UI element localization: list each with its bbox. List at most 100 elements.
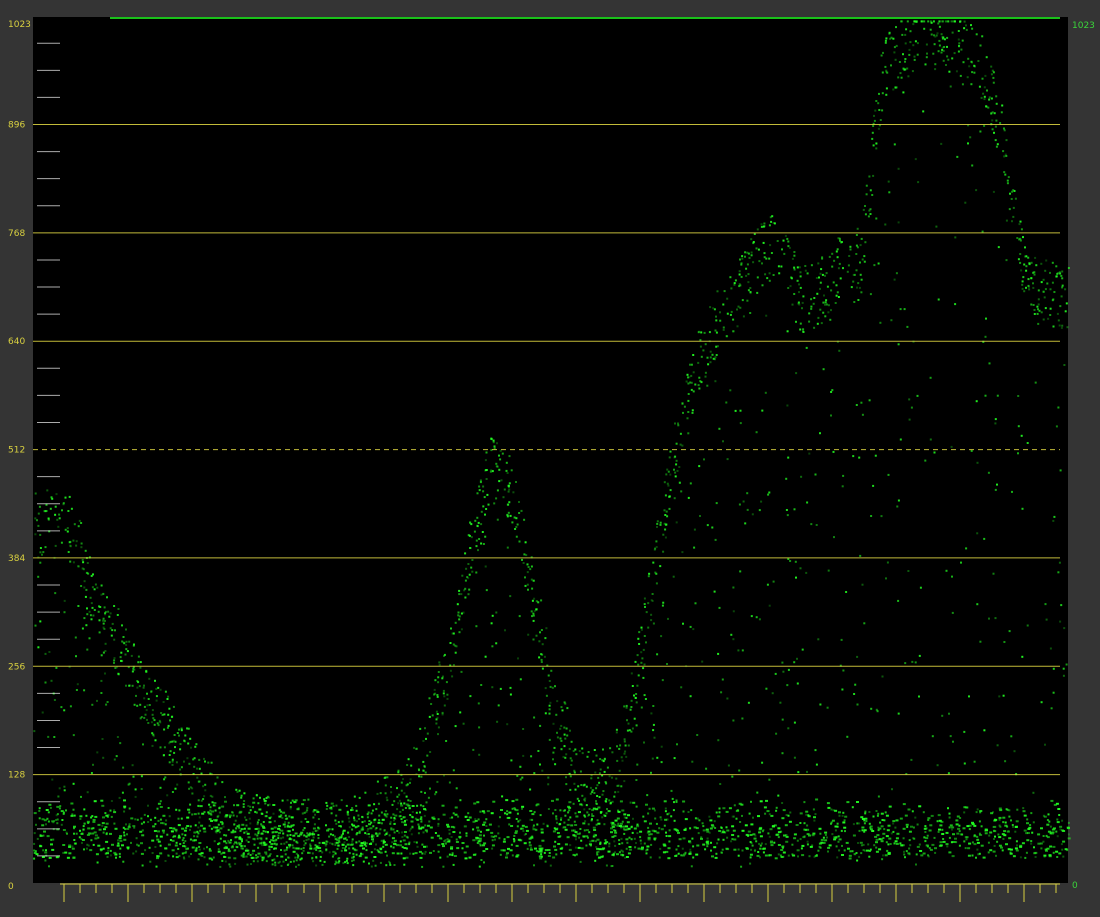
- trace-point-3616: [998, 844, 1002, 847]
- trace-point-4342: [224, 800, 227, 803]
- trace-point-3621: [622, 825, 626, 828]
- trace-point-3658: [591, 839, 595, 842]
- trace-point-2201: [787, 240, 790, 243]
- trace-point-1391: [934, 68, 937, 71]
- trace-point-840: [910, 406, 913, 409]
- trace-point-3994: [393, 842, 396, 845]
- trace-point-3431: [264, 830, 267, 833]
- trace-point-945: [109, 854, 112, 857]
- trace-point-1614: [815, 763, 818, 766]
- trace-point-3236: [325, 808, 328, 810]
- trace-point-2593: [730, 310, 733, 313]
- trace-point-2899: [109, 809, 112, 812]
- trace-point-875: [628, 836, 631, 839]
- trace-point-1839: [535, 850, 538, 852]
- trace-point-1457: [783, 252, 786, 255]
- trace-point-2696: [614, 844, 617, 847]
- trace-point-520: [472, 828, 475, 831]
- trace-point-1435: [975, 400, 978, 403]
- trace-point-1278: [324, 844, 327, 847]
- trace-point-1523: [849, 245, 852, 248]
- trace-point-44: [831, 833, 834, 836]
- trace-point-3862: [46, 835, 50, 838]
- trace-point-3406: [822, 836, 825, 839]
- trace-point-1911: [137, 661, 140, 664]
- trace-point-842: [961, 83, 964, 86]
- trace-point-4042: [56, 805, 60, 808]
- trace-point-428: [1056, 856, 1059, 858]
- trace-point-1858: [471, 570, 474, 573]
- trace-point-1402: [650, 843, 653, 846]
- trace-point-2293: [704, 371, 707, 374]
- trace-point-1175: [390, 816, 393, 819]
- trace-point-3905: [848, 857, 852, 860]
- trace-point-2427: [443, 695, 446, 698]
- trace-point-459: [581, 747, 584, 750]
- trace-point-1617: [176, 732, 179, 734]
- trace-point-1512: [625, 706, 628, 709]
- trace-point-720: [61, 509, 63, 512]
- trace-point-2461: [323, 860, 326, 863]
- trace-point-1598: [441, 677, 444, 680]
- trace-point-3904: [230, 831, 234, 834]
- trace-point-1989: [629, 801, 632, 804]
- trace-point-2664: [947, 58, 950, 61]
- trace-point-924: [842, 474, 845, 477]
- trace-point-2583: [894, 826, 897, 829]
- trace-point-1636: [544, 712, 547, 715]
- trace-point-3844: [463, 851, 467, 854]
- trace-point-1135: [350, 809, 353, 812]
- trace-point-2501: [886, 71, 889, 74]
- trace-point-236: [940, 51, 943, 54]
- trace-point-1393: [194, 824, 197, 827]
- trace-point-2714: [416, 747, 418, 750]
- trace-point-1128: [511, 854, 514, 857]
- trace-point-2347: [70, 507, 73, 510]
- trace-point-1043: [839, 239, 841, 242]
- trace-point-3076: [692, 845, 695, 848]
- trace-point-1369: [100, 679, 103, 682]
- trace-point-3129: [806, 824, 809, 827]
- trace-point-872: [531, 599, 534, 602]
- trace-point-1187: [618, 747, 621, 750]
- trace-point-2333: [257, 830, 260, 833]
- trace-point-3952: [114, 827, 118, 830]
- trace-point-2852: [825, 836, 828, 839]
- trace-point-3566: [110, 815, 113, 818]
- trace-point-3833: [989, 831, 993, 834]
- trace-point-332: [808, 452, 811, 455]
- trace-point-2397: [54, 544, 57, 547]
- trace-point-2641: [247, 841, 250, 843]
- trace-point-2607: [845, 591, 848, 593]
- trace-point-1392: [467, 534, 470, 537]
- trace-point-3434: [478, 538, 481, 540]
- trace-point-2418: [647, 626, 650, 629]
- trace-point-2976: [683, 405, 686, 408]
- trace-point-645: [681, 551, 684, 554]
- trace-point-4449: [1019, 844, 1023, 847]
- trace-point-4272: [382, 841, 386, 843]
- trace-point-2779: [142, 686, 145, 689]
- trace-point-3526: [394, 818, 397, 820]
- trace-point-3610: [364, 856, 368, 859]
- trace-point-1470: [817, 638, 820, 641]
- trace-point-2321: [490, 437, 493, 440]
- trace-point-2430: [565, 776, 567, 779]
- trace-point-656: [1043, 296, 1046, 299]
- trace-point-2026: [834, 829, 837, 832]
- trace-point-574: [856, 655, 859, 658]
- trace-point-549: [793, 251, 796, 253]
- trace-point-2181: [795, 372, 798, 375]
- trace-point-2206: [697, 361, 700, 364]
- trace-point-3376: [579, 770, 582, 773]
- waveform-scope: 01282563845126407688961023 1023 0: [0, 0, 1100, 917]
- trace-point-1245: [752, 816, 754, 819]
- trace-point-3095: [577, 785, 580, 788]
- trace-point-3452: [476, 516, 479, 519]
- trace-point-393: [125, 648, 128, 651]
- trace-point-1444: [927, 819, 930, 821]
- trace-point-1638: [300, 847, 303, 850]
- trace-point-2522: [91, 703, 94, 706]
- trace-point-398: [872, 144, 875, 147]
- trace-point-3572: [874, 454, 877, 457]
